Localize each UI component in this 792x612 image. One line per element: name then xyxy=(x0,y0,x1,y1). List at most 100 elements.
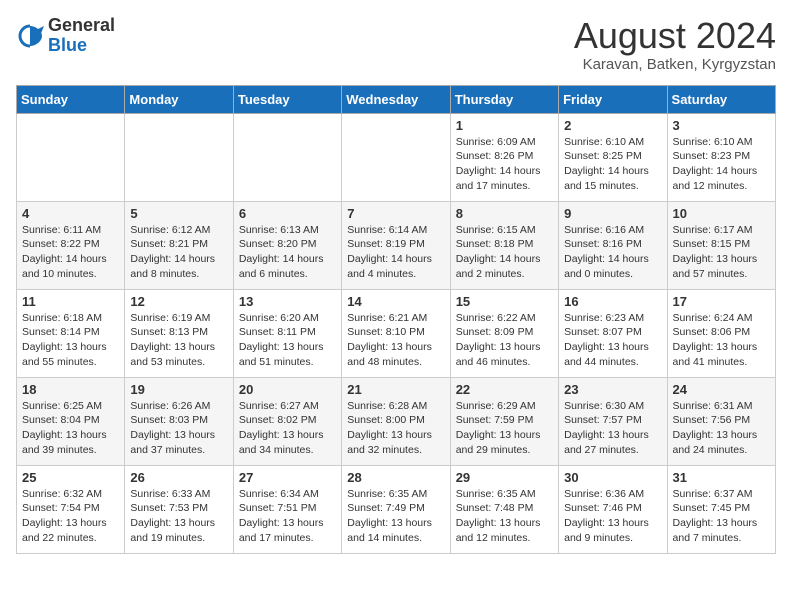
calendar-cell: 21 Sunrise: 6:28 AMSunset: 8:00 PMDaylig… xyxy=(342,377,450,465)
day-number: 26 xyxy=(130,470,227,485)
day-info: Sunrise: 6:37 AMSunset: 7:45 PMDaylight:… xyxy=(673,488,758,544)
calendar-cell: 1 Sunrise: 6:09 AMSunset: 8:26 PMDayligh… xyxy=(450,113,558,201)
calendar-cell: 3 Sunrise: 6:10 AMSunset: 8:23 PMDayligh… xyxy=(667,113,775,201)
calendar-cell xyxy=(17,113,125,201)
day-info: Sunrise: 6:33 AMSunset: 7:53 PMDaylight:… xyxy=(130,488,215,544)
calendar-cell: 22 Sunrise: 6:29 AMSunset: 7:59 PMDaylig… xyxy=(450,377,558,465)
day-info: Sunrise: 6:13 AMSunset: 8:20 PMDaylight:… xyxy=(239,224,324,280)
day-info: Sunrise: 6:20 AMSunset: 8:11 PMDaylight:… xyxy=(239,312,324,368)
day-info: Sunrise: 6:11 AMSunset: 8:22 PMDaylight:… xyxy=(22,224,107,280)
calendar-cell xyxy=(233,113,341,201)
day-number: 3 xyxy=(673,118,770,133)
calendar-body: 1 Sunrise: 6:09 AMSunset: 8:26 PMDayligh… xyxy=(17,113,776,553)
day-info: Sunrise: 6:22 AMSunset: 8:09 PMDaylight:… xyxy=(456,312,541,368)
calendar-header-row: SundayMondayTuesdayWednesdayThursdayFrid… xyxy=(17,85,776,113)
day-info: Sunrise: 6:31 AMSunset: 7:56 PMDaylight:… xyxy=(673,400,758,456)
day-info: Sunrise: 6:32 AMSunset: 7:54 PMDaylight:… xyxy=(22,488,107,544)
calendar-header-day: Saturday xyxy=(667,85,775,113)
day-number: 24 xyxy=(673,382,770,397)
day-info: Sunrise: 6:27 AMSunset: 8:02 PMDaylight:… xyxy=(239,400,324,456)
day-info: Sunrise: 6:14 AMSunset: 8:19 PMDaylight:… xyxy=(347,224,432,280)
day-number: 25 xyxy=(22,470,119,485)
day-info: Sunrise: 6:21 AMSunset: 8:10 PMDaylight:… xyxy=(347,312,432,368)
logo: General Blue xyxy=(16,16,115,56)
calendar-cell: 8 Sunrise: 6:15 AMSunset: 8:18 PMDayligh… xyxy=(450,201,558,289)
calendar-cell: 12 Sunrise: 6:19 AMSunset: 8:13 PMDaylig… xyxy=(125,289,233,377)
day-number: 4 xyxy=(22,206,119,221)
day-number: 1 xyxy=(456,118,553,133)
day-info: Sunrise: 6:26 AMSunset: 8:03 PMDaylight:… xyxy=(130,400,215,456)
calendar-cell: 2 Sunrise: 6:10 AMSunset: 8:25 PMDayligh… xyxy=(559,113,667,201)
calendar-table: SundayMondayTuesdayWednesdayThursdayFrid… xyxy=(16,85,776,554)
calendar-week-row: 11 Sunrise: 6:18 AMSunset: 8:14 PMDaylig… xyxy=(17,289,776,377)
calendar-cell: 28 Sunrise: 6:35 AMSunset: 7:49 PMDaylig… xyxy=(342,465,450,553)
calendar-cell: 23 Sunrise: 6:30 AMSunset: 7:57 PMDaylig… xyxy=(559,377,667,465)
day-number: 8 xyxy=(456,206,553,221)
calendar-cell: 24 Sunrise: 6:31 AMSunset: 7:56 PMDaylig… xyxy=(667,377,775,465)
calendar-header-day: Thursday xyxy=(450,85,558,113)
calendar-cell: 17 Sunrise: 6:24 AMSunset: 8:06 PMDaylig… xyxy=(667,289,775,377)
day-number: 14 xyxy=(347,294,444,309)
calendar-cell: 9 Sunrise: 6:16 AMSunset: 8:16 PMDayligh… xyxy=(559,201,667,289)
day-info: Sunrise: 6:17 AMSunset: 8:15 PMDaylight:… xyxy=(673,224,758,280)
calendar-cell: 10 Sunrise: 6:17 AMSunset: 8:15 PMDaylig… xyxy=(667,201,775,289)
day-info: Sunrise: 6:12 AMSunset: 8:21 PMDaylight:… xyxy=(130,224,215,280)
day-number: 22 xyxy=(456,382,553,397)
day-number: 31 xyxy=(673,470,770,485)
page-header: General Blue August 2024 Karavan, Batken… xyxy=(16,16,776,73)
calendar-cell: 15 Sunrise: 6:22 AMSunset: 8:09 PMDaylig… xyxy=(450,289,558,377)
day-number: 10 xyxy=(673,206,770,221)
day-info: Sunrise: 6:35 AMSunset: 7:49 PMDaylight:… xyxy=(347,488,432,544)
calendar-cell: 5 Sunrise: 6:12 AMSunset: 8:21 PMDayligh… xyxy=(125,201,233,289)
day-number: 9 xyxy=(564,206,661,221)
logo-blue: Blue xyxy=(48,36,115,56)
day-info: Sunrise: 6:25 AMSunset: 8:04 PMDaylight:… xyxy=(22,400,107,456)
day-info: Sunrise: 6:35 AMSunset: 7:48 PMDaylight:… xyxy=(456,488,541,544)
logo-text: General Blue xyxy=(48,16,115,56)
day-number: 28 xyxy=(347,470,444,485)
day-info: Sunrise: 6:15 AMSunset: 8:18 PMDaylight:… xyxy=(456,224,541,280)
day-number: 2 xyxy=(564,118,661,133)
location: Karavan, Batken, Kyrgyzstan xyxy=(574,56,776,73)
calendar-header-day: Monday xyxy=(125,85,233,113)
day-number: 5 xyxy=(130,206,227,221)
month-title: August 2024 xyxy=(574,16,776,56)
calendar-cell xyxy=(342,113,450,201)
calendar-cell: 26 Sunrise: 6:33 AMSunset: 7:53 PMDaylig… xyxy=(125,465,233,553)
day-number: 12 xyxy=(130,294,227,309)
day-info: Sunrise: 6:28 AMSunset: 8:00 PMDaylight:… xyxy=(347,400,432,456)
logo-icon xyxy=(16,22,44,50)
day-info: Sunrise: 6:09 AMSunset: 8:26 PMDaylight:… xyxy=(456,136,541,192)
day-info: Sunrise: 6:10 AMSunset: 8:25 PMDaylight:… xyxy=(564,136,649,192)
day-number: 29 xyxy=(456,470,553,485)
day-info: Sunrise: 6:18 AMSunset: 8:14 PMDaylight:… xyxy=(22,312,107,368)
calendar-header-day: Tuesday xyxy=(233,85,341,113)
calendar-cell: 25 Sunrise: 6:32 AMSunset: 7:54 PMDaylig… xyxy=(17,465,125,553)
calendar-cell: 16 Sunrise: 6:23 AMSunset: 8:07 PMDaylig… xyxy=(559,289,667,377)
day-info: Sunrise: 6:23 AMSunset: 8:07 PMDaylight:… xyxy=(564,312,649,368)
day-info: Sunrise: 6:24 AMSunset: 8:06 PMDaylight:… xyxy=(673,312,758,368)
calendar-week-row: 25 Sunrise: 6:32 AMSunset: 7:54 PMDaylig… xyxy=(17,465,776,553)
day-info: Sunrise: 6:19 AMSunset: 8:13 PMDaylight:… xyxy=(130,312,215,368)
calendar-week-row: 1 Sunrise: 6:09 AMSunset: 8:26 PMDayligh… xyxy=(17,113,776,201)
calendar-cell: 18 Sunrise: 6:25 AMSunset: 8:04 PMDaylig… xyxy=(17,377,125,465)
day-info: Sunrise: 6:29 AMSunset: 7:59 PMDaylight:… xyxy=(456,400,541,456)
calendar-cell: 6 Sunrise: 6:13 AMSunset: 8:20 PMDayligh… xyxy=(233,201,341,289)
day-number: 18 xyxy=(22,382,119,397)
calendar-cell: 30 Sunrise: 6:36 AMSunset: 7:46 PMDaylig… xyxy=(559,465,667,553)
day-number: 19 xyxy=(130,382,227,397)
day-number: 21 xyxy=(347,382,444,397)
calendar-cell: 11 Sunrise: 6:18 AMSunset: 8:14 PMDaylig… xyxy=(17,289,125,377)
calendar-cell: 31 Sunrise: 6:37 AMSunset: 7:45 PMDaylig… xyxy=(667,465,775,553)
calendar-cell: 29 Sunrise: 6:35 AMSunset: 7:48 PMDaylig… xyxy=(450,465,558,553)
day-info: Sunrise: 6:36 AMSunset: 7:46 PMDaylight:… xyxy=(564,488,649,544)
logo-general: General xyxy=(48,16,115,36)
calendar-cell: 27 Sunrise: 6:34 AMSunset: 7:51 PMDaylig… xyxy=(233,465,341,553)
day-number: 27 xyxy=(239,470,336,485)
day-info: Sunrise: 6:16 AMSunset: 8:16 PMDaylight:… xyxy=(564,224,649,280)
title-section: August 2024 Karavan, Batken, Kyrgyzstan xyxy=(574,16,776,73)
calendar-cell xyxy=(125,113,233,201)
day-number: 23 xyxy=(564,382,661,397)
calendar-cell: 7 Sunrise: 6:14 AMSunset: 8:19 PMDayligh… xyxy=(342,201,450,289)
calendar-header-day: Friday xyxy=(559,85,667,113)
